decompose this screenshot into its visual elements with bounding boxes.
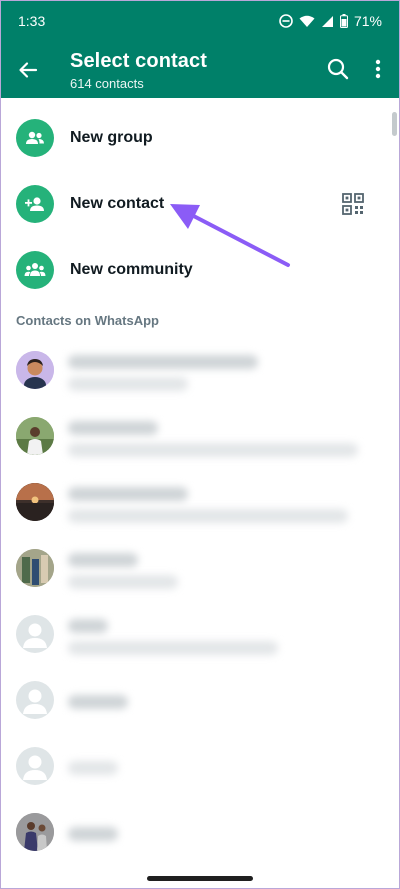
contact-name bbox=[68, 827, 118, 841]
contact-name bbox=[68, 695, 128, 709]
default-avatar bbox=[16, 747, 54, 785]
app-header: 1:33 71% Select contact 614 contacts bbox=[0, 0, 400, 98]
section-header: Contacts on WhatsApp bbox=[16, 313, 159, 328]
search-icon bbox=[327, 58, 349, 80]
contact-status bbox=[68, 641, 278, 655]
photo-avatar bbox=[16, 549, 54, 587]
cartoon-avatar bbox=[16, 351, 54, 389]
annotation-arrow-icon bbox=[170, 204, 290, 267]
contact-name bbox=[68, 355, 258, 369]
default-avatar bbox=[16, 681, 54, 719]
new-group-label: New group bbox=[70, 129, 153, 146]
contact-status bbox=[68, 575, 178, 589]
back-arrow-icon bbox=[19, 62, 38, 78]
status-icons: 71% bbox=[279, 13, 382, 29]
qr-code-button[interactable] bbox=[342, 193, 364, 215]
contact-name bbox=[68, 421, 158, 435]
contact-row[interactable] bbox=[0, 733, 400, 799]
contact-row[interactable] bbox=[0, 667, 400, 733]
contact-row[interactable] bbox=[0, 535, 400, 601]
status-bar: 1:33 71% bbox=[0, 0, 400, 42]
do-not-disturb-icon bbox=[279, 14, 293, 28]
contact-name bbox=[68, 553, 138, 567]
contact-status bbox=[68, 377, 188, 391]
home-indicator[interactable] bbox=[147, 876, 253, 881]
default-avatar bbox=[16, 615, 54, 653]
photo-avatar bbox=[16, 417, 54, 455]
search-button[interactable] bbox=[325, 56, 351, 82]
scrollbar-thumb[interactable] bbox=[392, 112, 397, 136]
status-time: 1:33 bbox=[18, 13, 46, 29]
add-person-icon bbox=[16, 185, 54, 223]
contact-status bbox=[68, 443, 358, 457]
community-icon bbox=[16, 251, 54, 289]
signal-icon bbox=[321, 15, 333, 27]
wifi-icon bbox=[299, 15, 315, 27]
qr-code-icon bbox=[342, 193, 364, 215]
contact-status bbox=[68, 509, 348, 523]
title-group: Select contact 614 contacts bbox=[70, 50, 207, 91]
more-options-button[interactable] bbox=[367, 56, 389, 82]
photo-avatar bbox=[16, 813, 54, 851]
photo-avatar bbox=[16, 483, 54, 521]
contact-name bbox=[68, 487, 188, 501]
page-title: Select contact bbox=[70, 50, 208, 72]
battery-icon bbox=[339, 14, 348, 28]
battery-percent: 71% bbox=[353, 13, 382, 29]
contact-count: 614 contacts bbox=[70, 76, 144, 91]
contact-row[interactable] bbox=[0, 601, 400, 667]
gesture-nav-bar bbox=[0, 865, 400, 889]
contact-row[interactable] bbox=[0, 403, 400, 469]
app-bar: Select contact 614 contacts bbox=[0, 42, 400, 98]
contact-row[interactable] bbox=[0, 469, 400, 535]
back-button[interactable] bbox=[14, 56, 42, 84]
new-contact-label: New contact bbox=[70, 195, 165, 212]
contact-row[interactable] bbox=[0, 799, 400, 865]
new-group-row[interactable]: New group bbox=[0, 106, 400, 170]
contact-row[interactable] bbox=[0, 337, 400, 403]
contact-name bbox=[68, 619, 108, 633]
group-icon bbox=[16, 119, 54, 157]
contact-name bbox=[68, 761, 118, 775]
more-vert-icon bbox=[375, 59, 381, 79]
